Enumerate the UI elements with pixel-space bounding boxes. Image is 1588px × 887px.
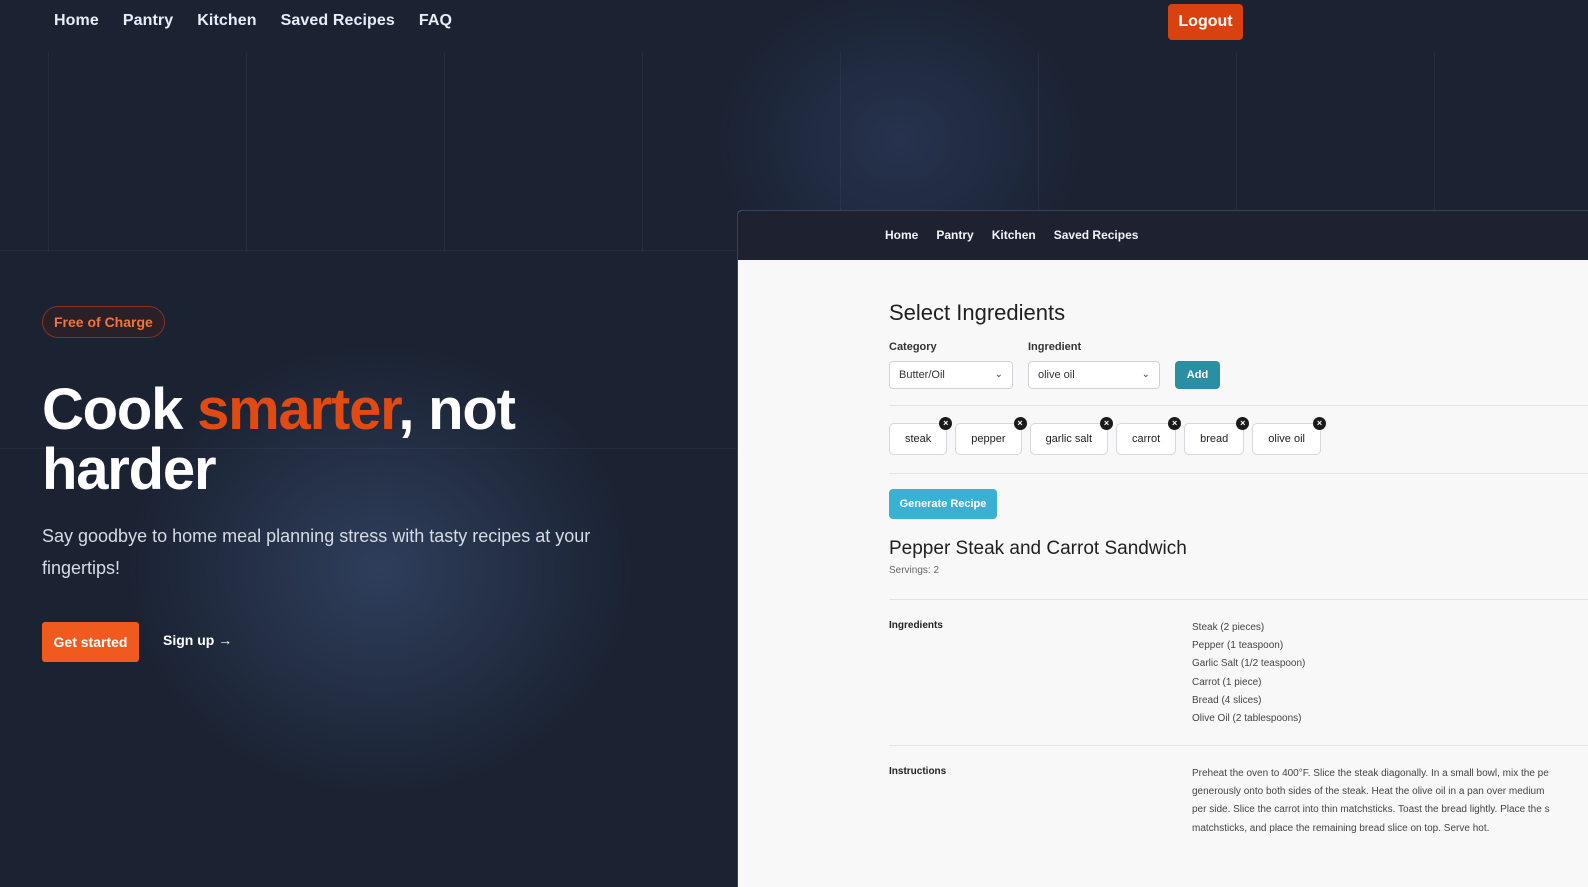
recipe-title: Pepper Steak and Carrot Sandwich bbox=[889, 538, 1187, 559]
hero-title-part1: Cook bbox=[42, 377, 198, 442]
recipe-ingredient-list: Steak (2 pieces) Pepper (1 teaspoon) Gar… bbox=[1192, 619, 1305, 728]
chip-label: steak bbox=[905, 433, 932, 445]
recipe-servings: Servings: 2 bbox=[889, 565, 940, 576]
remove-chip-icon[interactable]: × bbox=[1013, 417, 1027, 430]
instruction-line: matchsticks, and place the remaining bre… bbox=[1192, 822, 1490, 834]
hero-subtitle: Say goodbye to home meal planning stress… bbox=[42, 526, 591, 578]
app-nav-pantry[interactable]: Pantry bbox=[936, 228, 973, 242]
category-select[interactable]: Butter/Oil ⌄ bbox=[889, 361, 1013, 389]
nav-link-saved-recipes[interactable]: Saved Recipes bbox=[281, 12, 395, 30]
hero-title: Cook smarter, not harder bbox=[42, 380, 662, 500]
app-nav-home[interactable]: Home bbox=[885, 228, 918, 242]
category-value: Butter/Oil bbox=[899, 369, 945, 381]
chevron-down-icon: ⌄ bbox=[1141, 369, 1150, 380]
app-nav-saved-recipes[interactable]: Saved Recipes bbox=[1054, 228, 1139, 242]
instruction-line: per side. Slice the carrot into thin mat… bbox=[1192, 804, 1550, 816]
generate-recipe-button[interactable]: Generate Recipe bbox=[889, 489, 997, 519]
decorative-grid-line bbox=[0, 250, 740, 251]
app-body: Select Ingredients Category Butter/Oil ⌄… bbox=[889, 260, 1588, 887]
logout-button[interactable]: Logout bbox=[1168, 4, 1243, 40]
remove-chip-icon[interactable]: × bbox=[939, 417, 953, 430]
app-preview: Home Pantry Kitchen Saved Recipes Select… bbox=[737, 210, 1588, 887]
instruction-line: generously onto both sides of the steak.… bbox=[1192, 786, 1545, 798]
recipe-instructions: Preheat the oven to 400°F. Slice the ste… bbox=[1192, 765, 1588, 838]
app-navbar: Home Pantry Kitchen Saved Recipes bbox=[738, 211, 1588, 260]
remove-chip-icon[interactable]: × bbox=[1168, 417, 1182, 430]
list-item: Olive Oil (2 tablespoons) bbox=[1192, 713, 1302, 725]
chevron-down-icon: ⌄ bbox=[994, 369, 1003, 380]
ingredient-value: olive oil bbox=[1038, 369, 1075, 381]
ingredient-chip: pepper × bbox=[955, 417, 1027, 455]
divider bbox=[889, 599, 1588, 600]
nav-links: Home Pantry Kitchen Saved Recipes FAQ bbox=[54, 12, 452, 30]
ingredient-label: Ingredient bbox=[1028, 341, 1082, 353]
chip-label: garlic salt bbox=[1045, 433, 1093, 445]
get-started-button[interactable]: Get started bbox=[42, 622, 139, 662]
hero-title-accent: smarter bbox=[197, 377, 399, 442]
app-nav-kitchen[interactable]: Kitchen bbox=[992, 228, 1036, 242]
list-item: Bread (4 slices) bbox=[1192, 694, 1262, 706]
nav-link-home[interactable]: Home bbox=[54, 12, 99, 30]
remove-chip-icon[interactable]: × bbox=[1312, 417, 1326, 430]
chip-label: bread bbox=[1200, 433, 1229, 445]
remove-chip-icon[interactable]: × bbox=[1100, 417, 1114, 430]
chip-label: pepper bbox=[971, 433, 1006, 445]
top-navbar: Home Pantry Kitchen Saved Recipes FAQ Lo… bbox=[0, 0, 1588, 44]
list-item: Pepper (1 teaspoon) bbox=[1192, 640, 1284, 652]
divider bbox=[889, 745, 1588, 746]
selected-ingredients: steak × pepper × garlic salt × carrot × brea… bbox=[889, 417, 1326, 455]
divider bbox=[889, 473, 1588, 474]
remove-chip-icon[interactable]: × bbox=[1236, 417, 1250, 430]
divider bbox=[889, 405, 1588, 406]
free-badge: Free of Charge bbox=[42, 306, 165, 338]
add-ingredient-button[interactable]: Add bbox=[1175, 361, 1220, 389]
category-label: Category bbox=[889, 341, 937, 353]
instruction-line: Preheat the oven to 400°F. Slice the ste… bbox=[1192, 768, 1549, 779]
select-ingredients-title: Select Ingredients bbox=[889, 300, 1066, 325]
chip-label: carrot bbox=[1132, 433, 1161, 445]
sign-up-link[interactable]: Sign up → bbox=[163, 632, 232, 648]
ingredient-chip: garlic salt × bbox=[1029, 417, 1114, 455]
list-item: Steak (2 pieces) bbox=[1192, 622, 1265, 633]
ingredient-chip: carrot × bbox=[1116, 417, 1182, 455]
instructions-section-label: Instructions bbox=[889, 766, 947, 777]
nav-link-pantry[interactable]: Pantry bbox=[123, 12, 173, 30]
nav-link-faq[interactable]: FAQ bbox=[419, 12, 452, 30]
nav-link-kitchen[interactable]: Kitchen bbox=[197, 12, 256, 30]
ingredients-section-label: Ingredients bbox=[889, 620, 943, 631]
list-item: Carrot (1 piece) bbox=[1192, 676, 1262, 688]
ingredient-chip: olive oil × bbox=[1252, 417, 1326, 455]
chip-label: olive oil bbox=[1268, 433, 1305, 445]
ingredient-select[interactable]: olive oil ⌄ bbox=[1028, 361, 1160, 389]
list-item: Garlic Salt (1/2 teaspoon) bbox=[1192, 658, 1306, 670]
ingredient-chip: steak × bbox=[889, 417, 953, 455]
ingredient-chip: bread × bbox=[1184, 417, 1250, 455]
